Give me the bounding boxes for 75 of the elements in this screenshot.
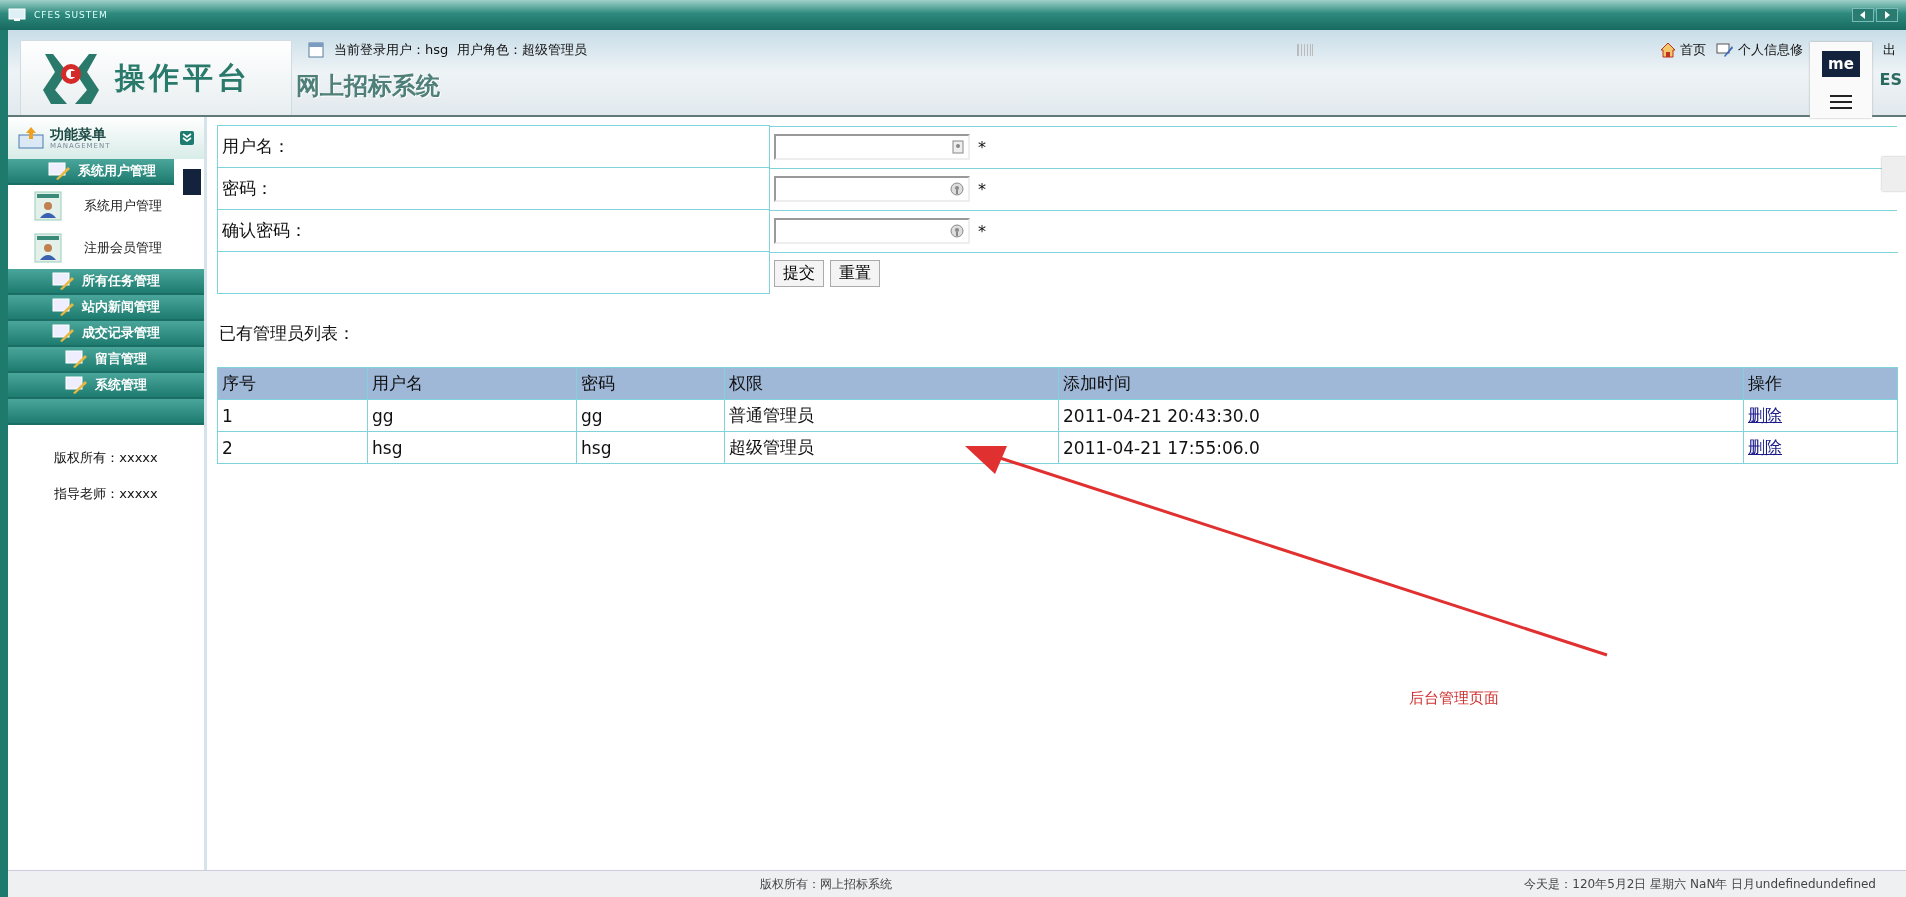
extension-badge[interactable]: me — [1822, 50, 1860, 77]
table-cell: 1 — [222, 405, 233, 426]
logo-text: 操作平台 — [115, 58, 251, 97]
table-cell: 2011-04-21 20:43:30.0 — [1063, 405, 1260, 426]
list-title: 已有管理员列表： — [219, 322, 356, 345]
inbox-icon — [18, 127, 44, 149]
menu-group[interactable]: 系统管理 — [8, 373, 204, 399]
table-cell: 普通管理员 — [729, 405, 814, 425]
menu-group[interactable]: 站内新闻管理 — [8, 295, 204, 321]
card-pencil-icon — [65, 350, 87, 368]
card-pencil-icon — [65, 376, 87, 394]
table-cell: hsg — [372, 437, 403, 458]
header-link[interactable]: 个人信息修 — [1716, 41, 1803, 59]
pencil-note-icon — [1716, 42, 1734, 58]
window-title: CFES SUSTEM — [34, 10, 108, 20]
credit-text: 版权所有：xxxxx — [54, 449, 158, 467]
user-card-icon — [34, 191, 62, 221]
card-pencil-icon — [48, 162, 70, 180]
table-cell: 2 — [222, 437, 233, 458]
scroll-right-button[interactable] — [1876, 8, 1898, 22]
annotation-text: 后台管理页面 — [1409, 689, 1499, 708]
input-field[interactable] — [774, 134, 970, 160]
menu-group[interactable]: 系统用户管理 — [8, 159, 174, 185]
monitor-icon — [8, 8, 26, 22]
table-cell: gg — [372, 405, 394, 426]
card-pencil-icon — [52, 298, 74, 316]
menu-group[interactable]: 留言管理 — [8, 347, 204, 373]
field-label: 确认密码： — [217, 209, 770, 252]
status-copyright: 版权所有：网上招标系统 — [760, 875, 892, 893]
contact-card-icon — [952, 140, 964, 154]
user-info: 当前登录用户：hsg 用户角色：超级管理员 — [334, 41, 587, 59]
field-label: 用户名： — [217, 125, 770, 168]
required-mark: * — [978, 137, 986, 157]
menu-item[interactable]: 注册会员管理 — [8, 227, 204, 269]
table-cell: gg — [581, 405, 603, 426]
form-button[interactable]: 提交 — [774, 259, 824, 287]
input-field[interactable] — [774, 176, 970, 202]
field-label: 密码： — [217, 167, 770, 210]
menu-icon[interactable] — [1830, 93, 1852, 110]
column-header: 密码 — [581, 373, 615, 393]
form-button[interactable]: 重置 — [830, 259, 880, 287]
delete-link[interactable]: 删除 — [1748, 437, 1782, 457]
column-header: 序号 — [222, 373, 256, 393]
column-header: 用户名 — [372, 373, 423, 393]
column-header: 添加时间 — [1063, 373, 1131, 393]
required-mark: * — [978, 221, 986, 241]
delete-link[interactable]: 删除 — [1748, 405, 1782, 425]
key-icon — [950, 224, 964, 238]
table-cell: hsg — [581, 437, 612, 458]
input-field[interactable] — [774, 218, 970, 244]
user-card-icon — [34, 233, 62, 263]
scroll-left-button[interactable] — [1852, 8, 1874, 22]
menu-title: 功能菜单 — [50, 126, 107, 142]
card-pencil-icon — [52, 324, 74, 342]
system-name: 网上招标系统 — [296, 70, 440, 102]
column-header: 权限 — [729, 373, 763, 393]
house-icon — [1660, 42, 1676, 58]
table-cell: 超级管理员 — [729, 437, 814, 457]
header-link[interactable]: 出 — [1883, 41, 1896, 59]
card-pencil-icon — [52, 272, 74, 290]
menu-item[interactable]: 系统用户管理 — [8, 185, 204, 227]
key-icon — [950, 182, 964, 196]
header-link[interactable]: 首页 — [1660, 41, 1706, 59]
column-header: 操作 — [1748, 373, 1782, 393]
collapse-icon[interactable] — [180, 131, 194, 145]
table-cell: 2011-04-21 17:55:06.0 — [1063, 437, 1260, 458]
menu-group[interactable]: 所有任务管理 — [8, 269, 204, 295]
header-corner-text: ES — [1879, 70, 1902, 89]
status-date: 今天是：120年5月2日 星期六 NaN年 日月undefinedundefined — [1524, 875, 1876, 893]
required-mark: * — [978, 179, 986, 199]
window-icon — [308, 42, 324, 58]
credit-text: 指导老师：xxxxx — [54, 485, 158, 503]
right-arrow-icon — [1883, 11, 1891, 19]
menu-group[interactable]: 成交记录管理 — [8, 321, 204, 347]
left-arrow-icon — [1859, 11, 1867, 19]
